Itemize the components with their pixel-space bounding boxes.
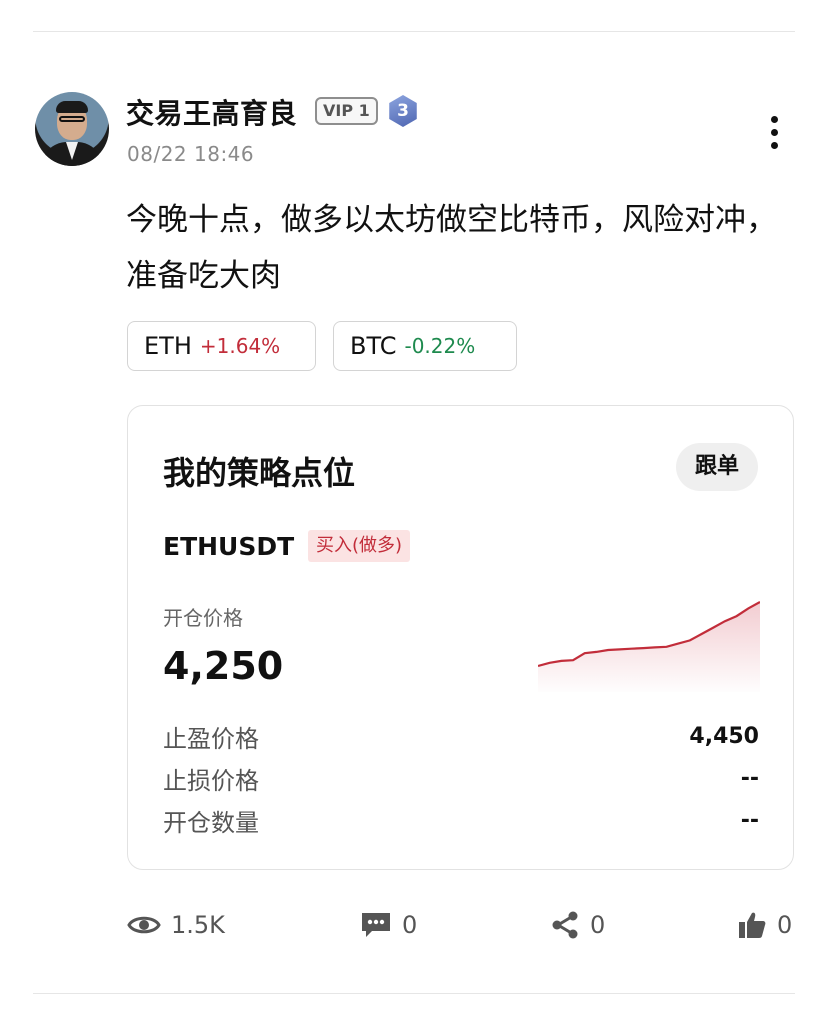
level-badge: 3 bbox=[389, 95, 417, 127]
top-divider bbox=[33, 31, 795, 32]
thumbs-up-icon bbox=[739, 912, 766, 938]
views-stat[interactable]: 1.5K bbox=[127, 906, 225, 944]
eye-icon bbox=[127, 916, 161, 934]
row-value: -- bbox=[740, 808, 759, 833]
coin-tag-symbol: BTC bbox=[350, 332, 397, 360]
share-icon bbox=[552, 911, 578, 939]
position-size-row: 开仓数量 -- bbox=[163, 803, 759, 838]
username[interactable]: 交易王高育良 bbox=[126, 92, 297, 132]
vip-badge: VIP 1 bbox=[315, 97, 378, 125]
more-vertical-icon[interactable] bbox=[766, 116, 782, 152]
post-content: 今晚十点，做多以太坊做空比特币，风险对冲，准备吃大肉 bbox=[126, 202, 777, 294]
price-sparkline bbox=[538, 601, 760, 692]
row-label: 止盈价格 bbox=[163, 725, 259, 753]
open-price-value: 4,250 bbox=[163, 644, 284, 688]
coin-tag-change: +1.64% bbox=[199, 334, 281, 358]
follow-trade-button[interactable]: 跟单 bbox=[676, 443, 758, 491]
coin-tag-btc[interactable]: BTC -0.22% bbox=[333, 321, 517, 371]
bottom-divider bbox=[33, 993, 795, 994]
like-button[interactable]: 0 bbox=[737, 906, 792, 944]
coin-tag-change: -0.22% bbox=[404, 334, 476, 358]
comment-icon bbox=[362, 913, 390, 937]
avatar[interactable] bbox=[35, 92, 109, 166]
open-price-label: 开仓价格 bbox=[163, 606, 243, 630]
likes-count: 0 bbox=[777, 911, 793, 939]
row-label: 开仓数量 bbox=[163, 809, 259, 837]
strategy-card-title: 我的策略点位 bbox=[163, 454, 356, 492]
strategy-card[interactable]: 我的策略点位 跟单 ETHUSDT 买入(做多) 开仓价格 4,250 止盈价格… bbox=[127, 405, 794, 870]
row-value: -- bbox=[740, 766, 759, 791]
shares-count: 0 bbox=[590, 911, 606, 939]
stop-loss-row: 止损价格 -- bbox=[163, 761, 759, 796]
position-side-badge: 买入(做多) bbox=[308, 530, 411, 562]
comments-count: 0 bbox=[402, 911, 418, 939]
share-button[interactable]: 0 bbox=[550, 906, 605, 944]
take-profit-row: 止盈价格 4,450 bbox=[163, 719, 759, 754]
coin-tag-symbol: ETH bbox=[144, 332, 192, 360]
row-value: 4,450 bbox=[689, 724, 759, 749]
views-count: 1.5K bbox=[171, 911, 225, 939]
row-label: 止损价格 bbox=[163, 767, 259, 795]
trading-pair: ETHUSDT bbox=[163, 532, 295, 561]
coin-tag-eth[interactable]: ETH +1.64% bbox=[127, 321, 316, 371]
post-timestamp: 08/22 18:46 bbox=[127, 142, 255, 166]
comments-button[interactable]: 0 bbox=[360, 906, 417, 944]
